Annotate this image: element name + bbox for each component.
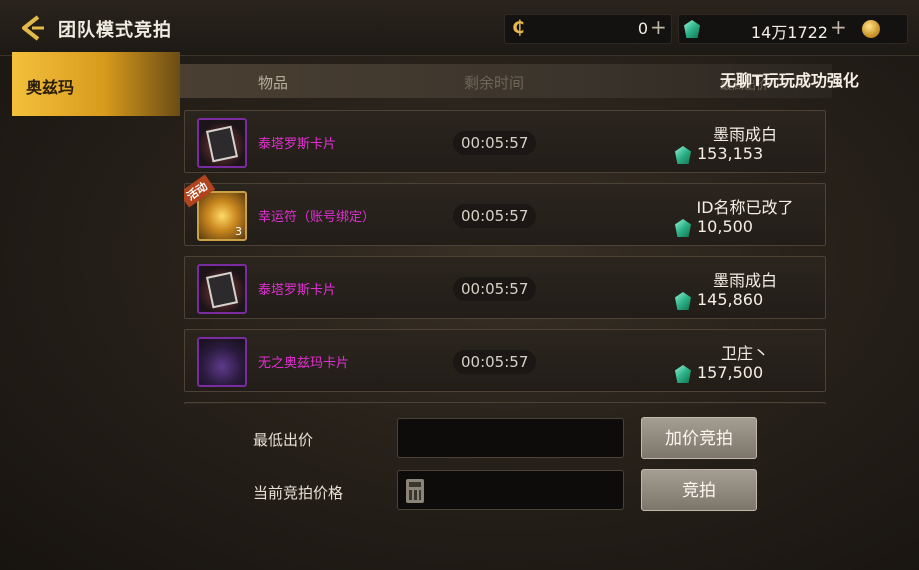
top-bidder: 墨雨成白 <box>712 271 777 290</box>
auction-row[interactable]: 无之奥兹玛卡片 00:05:57 卫庄丶 157,500 <box>184 329 826 392</box>
currency-c-value: 0 <box>637 19 648 38</box>
current-bid-label: 当前竞拍价格 <box>253 484 344 502</box>
side-tab-label: 奥兹玛 <box>26 78 75 97</box>
broadcast-marquee: 无聊T玩玩成功强化 <box>720 71 859 90</box>
calculator-icon[interactable] <box>406 479 424 503</box>
item-name: 无之奥兹玛卡片 <box>258 356 350 371</box>
bid-price: 10,500 <box>697 217 753 236</box>
time-left: 00:05:57 <box>453 131 537 155</box>
item-name: 幸运符（账号绑定） <box>258 210 376 225</box>
bid-button[interactable]: 竞拍 <box>641 469 757 511</box>
back-arrow-icon[interactable] <box>18 14 46 42</box>
bid-price: 153,153 <box>697 144 764 163</box>
bid-price: 157,500 <box>697 363 764 382</box>
add-c-button[interactable]: + <box>650 17 667 37</box>
side-tab-ozma[interactable]: 奥兹玛 <box>12 52 180 116</box>
item-name: 泰塔罗斯卡片 <box>258 283 337 298</box>
card-icon <box>197 264 247 314</box>
time-left: 00:05:57 <box>453 350 537 374</box>
time-left: 00:05:57 <box>453 277 537 301</box>
column-item: 物品 <box>258 74 289 92</box>
auction-row[interactable]: 3 活动 幸运符（账号绑定） 00:05:57 ID名称已改了 10,500 <box>184 174 826 246</box>
card-icon <box>197 118 247 168</box>
auction-list[interactable]: 泰塔罗斯卡片 00:05:57 墨雨成白 153,153 3 活动 幸运符（账号… <box>184 110 826 404</box>
top-bidder: 墨雨成白 <box>712 125 777 144</box>
current-bid-input[interactable] <box>397 470 624 510</box>
gem-icon <box>675 365 691 383</box>
raise-bid-button[interactable]: 加价竞拍 <box>641 417 757 459</box>
c-coin-icon: ₵ <box>512 17 525 38</box>
auction-row-partial[interactable] <box>184 402 826 404</box>
ozma-card-icon <box>197 337 247 387</box>
column-time-left: 剩余时间 <box>464 74 525 92</box>
time-left: 00:05:57 <box>453 204 537 228</box>
gem-icon <box>675 146 691 164</box>
min-bid-label: 最低出价 <box>253 431 314 449</box>
min-bid-field <box>397 418 624 458</box>
top-bidder: ID名称已改了 <box>696 198 794 217</box>
top-bidder: 卫庄丶 <box>720 344 769 363</box>
gem-icon <box>675 292 691 310</box>
auction-row[interactable]: 泰塔罗斯卡片 00:05:57 墨雨成白 153,153 <box>184 110 826 173</box>
auction-row[interactable]: 泰塔罗斯卡片 00:05:57 墨雨成白 145,860 <box>184 256 826 319</box>
gem-icon <box>675 219 691 237</box>
add-gem-button[interactable]: + <box>830 17 847 37</box>
bid-price: 145,860 <box>697 290 764 309</box>
page-title: 团队模式竞拍 <box>58 20 172 41</box>
item-quantity: 3 <box>235 225 242 238</box>
top-bar: 团队模式竞拍 ₵ 0 + 14万1722 + <box>0 0 919 56</box>
currency-gem-value: 14万1722 <box>750 23 828 42</box>
item-name: 泰塔罗斯卡片 <box>258 137 337 152</box>
lucky-charm-icon: 3 <box>197 191 247 241</box>
gold-coin-icon <box>862 20 880 38</box>
